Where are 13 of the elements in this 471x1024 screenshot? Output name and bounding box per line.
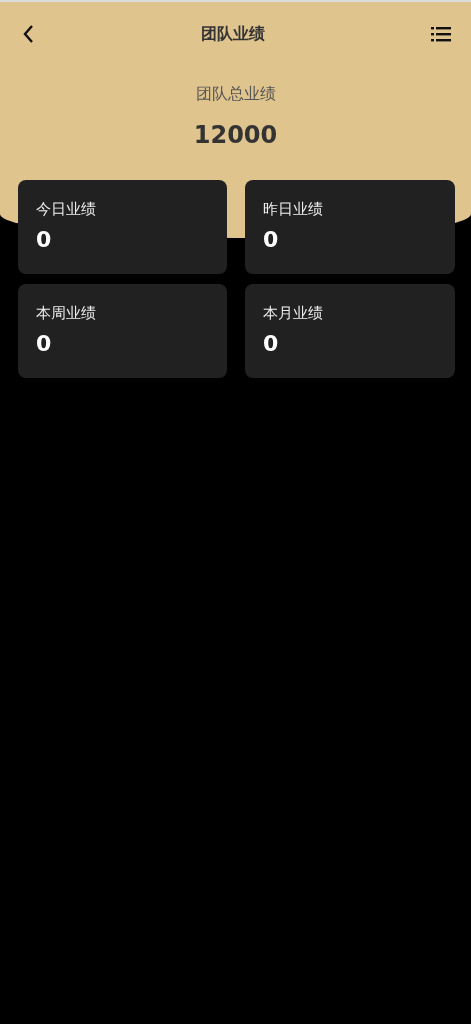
stat-label: 今日业绩 xyxy=(36,200,97,219)
back-icon xyxy=(22,24,34,44)
stat-value: 0 xyxy=(263,331,280,356)
stat-value: 0 xyxy=(263,227,280,252)
stat-value: 0 xyxy=(36,227,53,252)
total-label: 团队总业绩 xyxy=(195,84,276,105)
list-icon xyxy=(431,26,451,42)
stat-value: 0 xyxy=(36,331,53,356)
stat-label: 本月业绩 xyxy=(263,304,324,323)
stat-label: 本周业绩 xyxy=(36,304,97,323)
stat-label: 昨日业绩 xyxy=(263,200,324,219)
page-title: 团队业绩 xyxy=(200,23,265,45)
total-value: 12000 xyxy=(193,121,278,149)
